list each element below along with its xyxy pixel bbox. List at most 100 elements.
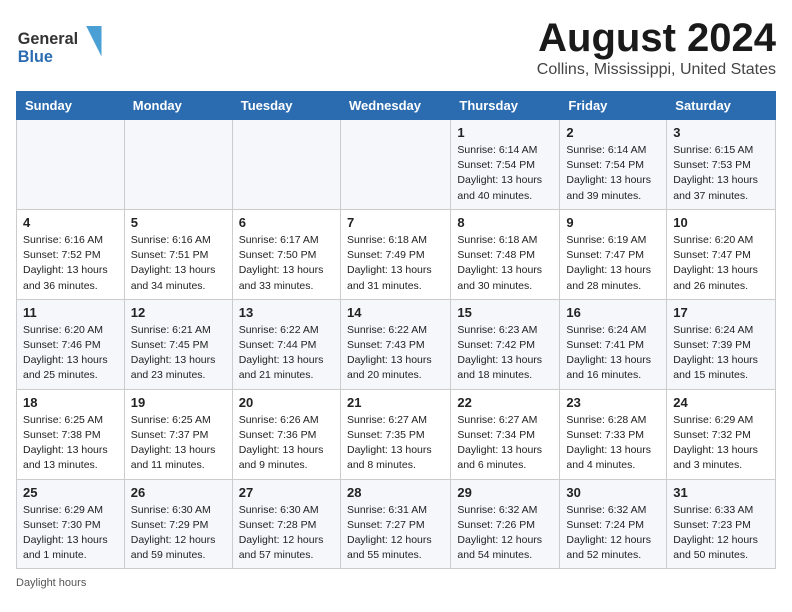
day-info: Sunrise: 6:14 AM Sunset: 7:54 PM Dayligh… <box>566 143 660 204</box>
day-number: 25 <box>23 485 118 500</box>
calendar-cell: 5 Sunrise: 6:16 AM Sunset: 7:51 PM Daylig… <box>124 209 232 299</box>
day-info: Sunrise: 6:20 AM Sunset: 7:46 PM Dayligh… <box>23 323 118 384</box>
day-info: Sunrise: 6:24 AM Sunset: 7:41 PM Dayligh… <box>566 323 660 384</box>
calendar-cell: 13 Sunrise: 6:22 AM Sunset: 7:44 PM Dayli… <box>232 299 340 389</box>
calendar-cell: 2 Sunrise: 6:14 AM Sunset: 7:54 PM Daylig… <box>560 120 667 210</box>
calendar-cell: 12Sunrise: 6:21 AM Sunset: 7:45 PM Dayli… <box>124 299 232 389</box>
calendar-cell: 7Sunrise: 6:18 AM Sunset: 7:49 PM Daylig… <box>340 209 450 299</box>
calendar-cell: 23 Sunrise: 6:28 AM Sunset: 7:33 PM Dayli… <box>560 389 667 479</box>
day-number: 6 <box>239 215 334 230</box>
day-info: Sunrise: 6:31 AM Sunset: 7:27 PM Dayligh… <box>347 503 444 564</box>
col-header-sunday: Sunday <box>17 92 125 120</box>
day-number: 14 <box>347 305 444 320</box>
day-number: 26 <box>131 485 226 500</box>
calendar-cell: 29Sunrise: 6:32 AM Sunset: 7:26 PM Dayli… <box>451 479 560 569</box>
month-title: August 2024 <box>537 16 776 61</box>
day-info: Sunrise: 6:25 AM Sunset: 7:38 PM Dayligh… <box>23 413 118 474</box>
day-info: Sunrise: 6:30 AM Sunset: 7:28 PM Dayligh… <box>239 503 334 564</box>
calendar-week-row: 4 Sunrise: 6:16 AM Sunset: 7:52 PM Daylig… <box>17 209 776 299</box>
logo: General Blue <box>16 16 106 71</box>
day-number: 9 <box>566 215 660 230</box>
calendar-cell <box>17 120 125 210</box>
col-header-saturday: Saturday <box>667 92 776 120</box>
calendar-cell: 20 Sunrise: 6:26 AM Sunset: 7:36 PM Dayli… <box>232 389 340 479</box>
calendar-cell: 18 Sunrise: 6:25 AM Sunset: 7:38 PM Dayli… <box>17 389 125 479</box>
day-info: Sunrise: 6:29 AM Sunset: 7:32 PM Dayligh… <box>673 413 769 474</box>
day-number: 7 <box>347 215 444 230</box>
calendar-week-row: 11 Sunrise: 6:20 AM Sunset: 7:46 PM Dayli… <box>17 299 776 389</box>
col-header-friday: Friday <box>560 92 667 120</box>
calendar-cell: 11 Sunrise: 6:20 AM Sunset: 7:46 PM Dayli… <box>17 299 125 389</box>
day-info: Sunrise: 6:27 AM Sunset: 7:34 PM Dayligh… <box>457 413 553 474</box>
calendar-cell: 28 Sunrise: 6:31 AM Sunset: 7:27 PM Dayli… <box>340 479 450 569</box>
calendar-cell: 22 Sunrise: 6:27 AM Sunset: 7:34 PM Dayli… <box>451 389 560 479</box>
day-info: Sunrise: 6:32 AM Sunset: 7:24 PM Dayligh… <box>566 503 660 564</box>
day-number: 10 <box>673 215 769 230</box>
daylight-label: Daylight hours <box>16 577 86 589</box>
calendar-cell: 30Sunrise: 6:32 AM Sunset: 7:24 PM Dayli… <box>560 479 667 569</box>
calendar-table: SundayMondayTuesdayWednesdayThursdayFrid… <box>16 91 776 569</box>
calendar-cell: 27 Sunrise: 6:30 AM Sunset: 7:28 PM Dayli… <box>232 479 340 569</box>
day-number: 22 <box>457 395 553 410</box>
calendar-cell <box>232 120 340 210</box>
day-number: 11 <box>23 305 118 320</box>
calendar-week-row: 18 Sunrise: 6:25 AM Sunset: 7:38 PM Dayli… <box>17 389 776 479</box>
calendar-cell: 1 Sunrise: 6:14 AM Sunset: 7:54 PM Daylig… <box>451 120 560 210</box>
col-header-tuesday: Tuesday <box>232 92 340 120</box>
day-number: 2 <box>566 125 660 140</box>
day-info: Sunrise: 6:22 AM Sunset: 7:43 PM Dayligh… <box>347 323 444 384</box>
day-number: 23 <box>566 395 660 410</box>
header: General Blue August 2024 Collins, Missis… <box>16 16 776 79</box>
calendar-cell: 19 Sunrise: 6:25 AM Sunset: 7:37 PM Dayli… <box>124 389 232 479</box>
day-info: Sunrise: 6:15 AM Sunset: 7:53 PM Dayligh… <box>673 143 769 204</box>
calendar-cell: 26Sunrise: 6:30 AM Sunset: 7:29 PM Dayli… <box>124 479 232 569</box>
day-number: 16 <box>566 305 660 320</box>
day-number: 28 <box>347 485 444 500</box>
day-number: 12 <box>131 305 226 320</box>
day-number: 8 <box>457 215 553 230</box>
day-info: Sunrise: 6:26 AM Sunset: 7:36 PM Dayligh… <box>239 413 334 474</box>
day-number: 24 <box>673 395 769 410</box>
calendar-body: 1 Sunrise: 6:14 AM Sunset: 7:54 PM Daylig… <box>17 120 776 569</box>
day-number: 5 <box>131 215 226 230</box>
day-number: 18 <box>23 395 118 410</box>
day-info: Sunrise: 6:27 AM Sunset: 7:35 PM Dayligh… <box>347 413 444 474</box>
calendar-cell: 10 Sunrise: 6:20 AM Sunset: 7:47 PM Dayli… <box>667 209 776 299</box>
calendar-cell: 25 Sunrise: 6:29 AM Sunset: 7:30 PM Dayli… <box>17 479 125 569</box>
day-info: Sunrise: 6:16 AM Sunset: 7:51 PM Dayligh… <box>131 233 226 294</box>
logo-image: General Blue <box>16 16 106 71</box>
svg-text:General: General <box>18 30 78 48</box>
day-info: Sunrise: 6:19 AM Sunset: 7:47 PM Dayligh… <box>566 233 660 294</box>
day-info: Sunrise: 6:29 AM Sunset: 7:30 PM Dayligh… <box>23 503 118 564</box>
calendar-cell: 21Sunrise: 6:27 AM Sunset: 7:35 PM Dayli… <box>340 389 450 479</box>
day-info: Sunrise: 6:22 AM Sunset: 7:44 PM Dayligh… <box>239 323 334 384</box>
calendar-cell: 17Sunrise: 6:24 AM Sunset: 7:39 PM Dayli… <box>667 299 776 389</box>
day-info: Sunrise: 6:28 AM Sunset: 7:33 PM Dayligh… <box>566 413 660 474</box>
day-info: Sunrise: 6:33 AM Sunset: 7:23 PM Dayligh… <box>673 503 769 564</box>
day-info: Sunrise: 6:25 AM Sunset: 7:37 PM Dayligh… <box>131 413 226 474</box>
day-info: Sunrise: 6:16 AM Sunset: 7:52 PM Dayligh… <box>23 233 118 294</box>
calendar-cell: 15Sunrise: 6:23 AM Sunset: 7:42 PM Dayli… <box>451 299 560 389</box>
day-number: 29 <box>457 485 553 500</box>
day-number: 19 <box>131 395 226 410</box>
day-number: 27 <box>239 485 334 500</box>
footer: Daylight hours <box>16 577 776 589</box>
svg-text:Blue: Blue <box>18 48 53 66</box>
day-info: Sunrise: 6:20 AM Sunset: 7:47 PM Dayligh… <box>673 233 769 294</box>
day-number: 3 <box>673 125 769 140</box>
day-info: Sunrise: 6:17 AM Sunset: 7:50 PM Dayligh… <box>239 233 334 294</box>
day-number: 1 <box>457 125 553 140</box>
calendar-cell: 14 Sunrise: 6:22 AM Sunset: 7:43 PM Dayli… <box>340 299 450 389</box>
calendar-cell <box>340 120 450 210</box>
day-number: 17 <box>673 305 769 320</box>
calendar-cell: 16 Sunrise: 6:24 AM Sunset: 7:41 PM Dayli… <box>560 299 667 389</box>
day-number: 20 <box>239 395 334 410</box>
day-info: Sunrise: 6:18 AM Sunset: 7:48 PM Dayligh… <box>457 233 553 294</box>
calendar-header-row: SundayMondayTuesdayWednesdayThursdayFrid… <box>17 92 776 120</box>
day-info: Sunrise: 6:14 AM Sunset: 7:54 PM Dayligh… <box>457 143 553 204</box>
calendar-cell: 4 Sunrise: 6:16 AM Sunset: 7:52 PM Daylig… <box>17 209 125 299</box>
calendar-cell: 6 Sunrise: 6:17 AM Sunset: 7:50 PM Daylig… <box>232 209 340 299</box>
col-header-monday: Monday <box>124 92 232 120</box>
day-number: 4 <box>23 215 118 230</box>
day-number: 13 <box>239 305 334 320</box>
